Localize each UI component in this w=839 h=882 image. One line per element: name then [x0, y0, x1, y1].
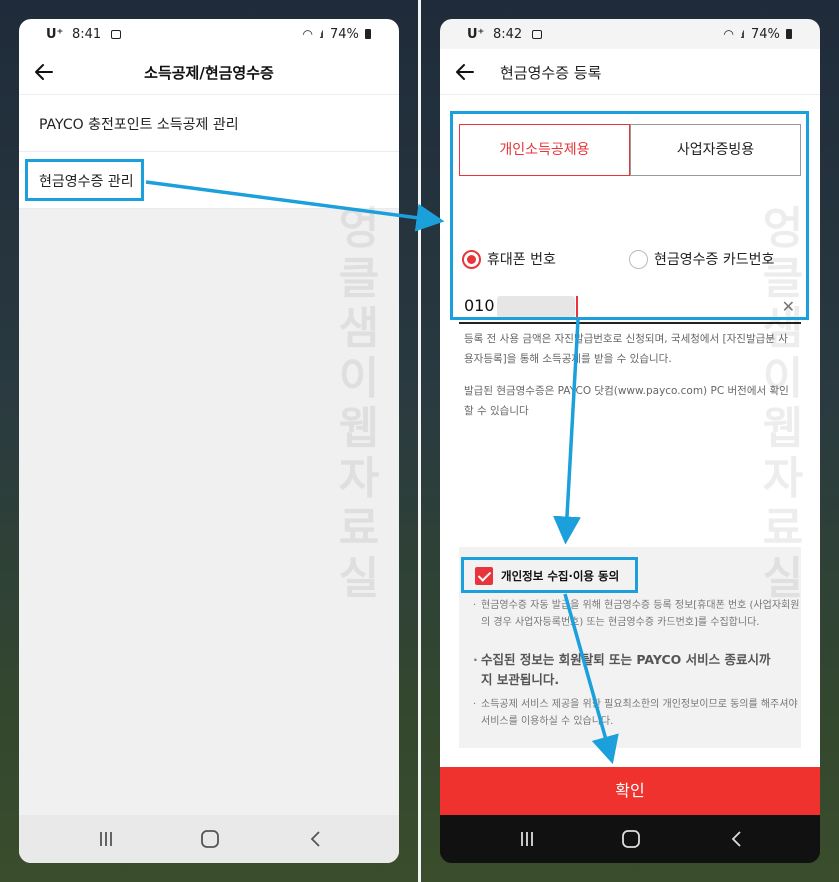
arrow-to-confirm: [563, 593, 619, 765]
annotation-arrows: [145, 180, 619, 765]
arrow-to-consent: [553, 319, 581, 545]
arrow-to-form: [145, 180, 445, 232]
